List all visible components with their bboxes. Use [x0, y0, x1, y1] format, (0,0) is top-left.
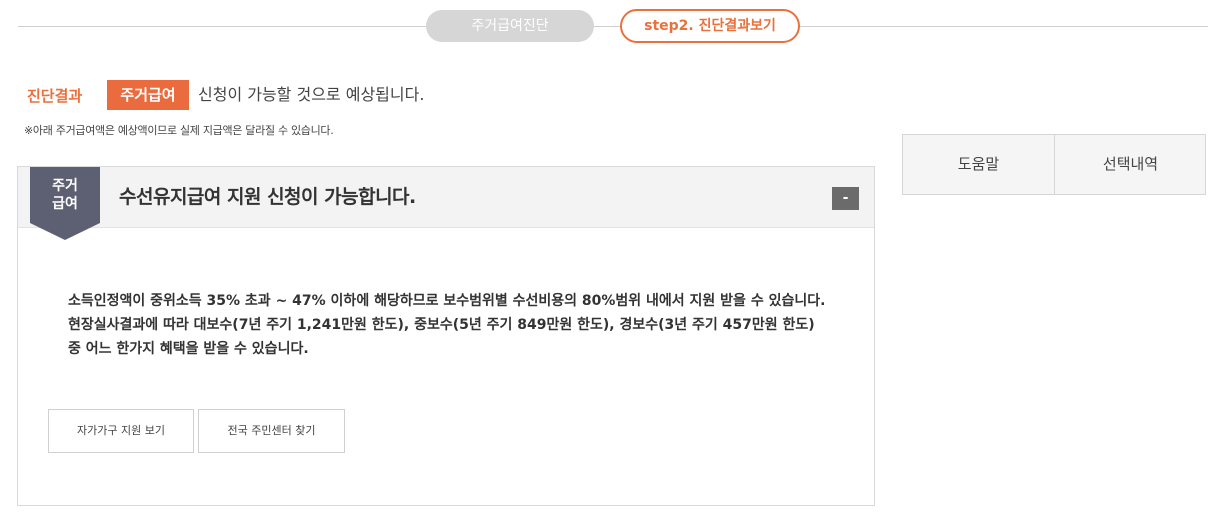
- panel-header: 주거 급여 수선유지급여 지원 신청이 가능합니다. -: [18, 167, 874, 240]
- result-panel: 주거 급여 수선유지급여 지원 신청이 가능합니다. - 소득인정액이 중위소득…: [17, 166, 875, 506]
- result-label: 진단결과: [27, 87, 83, 105]
- step-line: [18, 26, 1208, 27]
- ribbon-tip: [30, 223, 100, 240]
- tab-help[interactable]: 도움말: [903, 135, 1055, 194]
- step-1-badge[interactable]: 주거급여진단: [426, 10, 594, 42]
- result-text: 신청이 가능할 것으로 예상됩니다.: [198, 85, 425, 104]
- tab-selected-items[interactable]: 선택내역: [1055, 135, 1206, 194]
- description-line-1: 소득인정액이 중위소득 35% 초과 ~ 47% 이하에 해당하므로 보수범위별…: [68, 293, 826, 309]
- ribbon-line-1: 주거: [52, 178, 78, 194]
- ribbon-line-2: 급여: [52, 196, 78, 212]
- panel-description: 소득인정액이 중위소득 35% 초과 ~ 47% 이하에 해당하므로 보수범위별…: [68, 289, 828, 361]
- notice-text: ※아래 주거급여액은 예상액이므로 실제 지급액은 달라질 수 있습니다.: [24, 124, 334, 137]
- side-tabs: 도움말 선택내역: [902, 134, 1206, 195]
- find-center-button[interactable]: 전국 주민센터 찾기: [198, 409, 345, 453]
- panel-title: 수선유지급여 지원 신청이 가능합니다.: [119, 186, 416, 208]
- result-tag: 주거급여: [107, 80, 189, 110]
- category-ribbon: 주거 급여: [30, 167, 100, 223]
- collapse-button[interactable]: -: [832, 187, 859, 210]
- self-support-button[interactable]: 자가가구 지원 보기: [48, 409, 194, 453]
- description-line-2: 현장실사결과에 따라 대보수(7년 주기 1,241만원 한도), 중보수(5년…: [68, 317, 815, 357]
- step-2-badge[interactable]: step2. 진단결과보기: [620, 9, 800, 43]
